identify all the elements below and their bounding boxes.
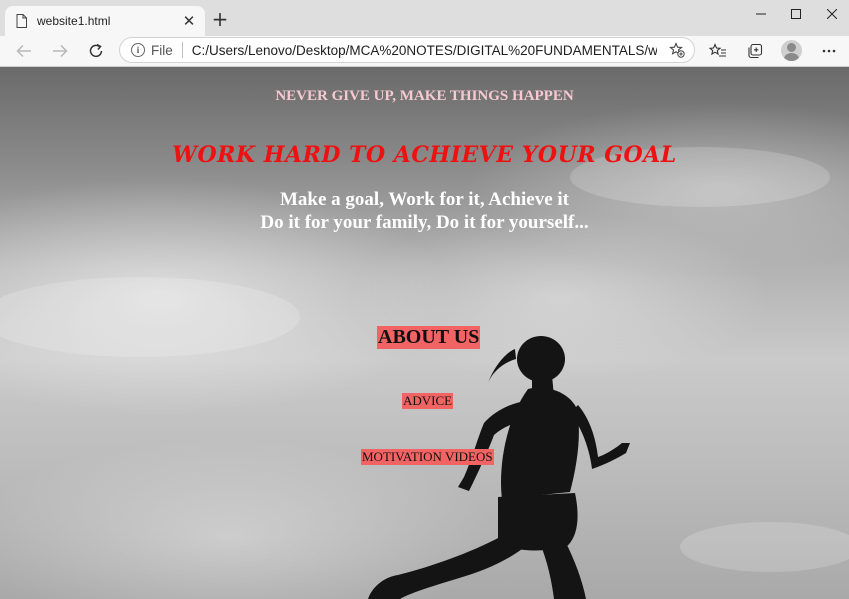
refresh-button[interactable] (82, 38, 110, 64)
advice-link[interactable]: ADVICE (402, 393, 454, 409)
close-icon (827, 9, 837, 19)
document-icon (16, 14, 27, 28)
tagline: NEVER GIVE UP, MAKE THINGS HAPPEN (275, 88, 574, 104)
divider (181, 42, 183, 58)
tab-title: website1.html (37, 14, 111, 28)
more-icon (822, 49, 836, 53)
maximize-button[interactable] (779, 0, 813, 28)
back-button[interactable] (10, 38, 38, 64)
browser-toolbar: i File C:/Users/Lenovo/Desktop/MCA%20NOT… (0, 36, 849, 67)
back-arrow-icon (16, 44, 31, 58)
motto-line-2: Do it for your family, Do it for yoursel… (260, 212, 589, 233)
url-text[interactable]: C:/Users/Lenovo/Desktop/MCA%20NOTES/DIGI… (192, 43, 657, 58)
more-button[interactable] (815, 38, 843, 64)
window-close-button[interactable] (815, 0, 849, 28)
motivation-videos-link[interactable]: MOTIVATION VIDEOS (361, 449, 494, 465)
plus-icon[interactable]: + (209, 7, 231, 31)
favorites-button[interactable] (704, 38, 732, 64)
profile-avatar[interactable] (781, 40, 802, 61)
web-page: NEVER GIVE UP, MAKE THINGS HAPPEN WORK H… (0, 67, 849, 599)
minimize-button[interactable] (744, 0, 778, 28)
favorites-icon (709, 43, 726, 57)
motto-line-1: Make a goal, Work for it, Achieve it (279, 189, 570, 210)
tab-website1[interactable]: website1.html ✕ (5, 6, 205, 36)
headline: WORK HARD TO ACHIEVE YOUR GOAL (172, 142, 677, 168)
about-us-link[interactable]: ABOUT US (377, 326, 481, 349)
tab-strip: website1.html ✕ + (0, 0, 849, 36)
star-plus-icon (669, 42, 685, 58)
forward-arrow-icon (53, 44, 68, 58)
scheme-label: File (151, 42, 173, 58)
minimize-icon (756, 13, 766, 15)
collections-button[interactable] (741, 38, 769, 64)
forward-button[interactable] (46, 38, 74, 64)
close-icon[interactable]: ✕ (179, 11, 199, 31)
collections-icon (748, 43, 763, 59)
maximize-icon (791, 9, 801, 19)
add-favorite-icon[interactable] (668, 41, 686, 59)
refresh-icon (89, 43, 103, 58)
info-icon[interactable]: i (131, 43, 145, 57)
address-bar[interactable]: i File C:/Users/Lenovo/Desktop/MCA%20NOT… (119, 37, 695, 63)
